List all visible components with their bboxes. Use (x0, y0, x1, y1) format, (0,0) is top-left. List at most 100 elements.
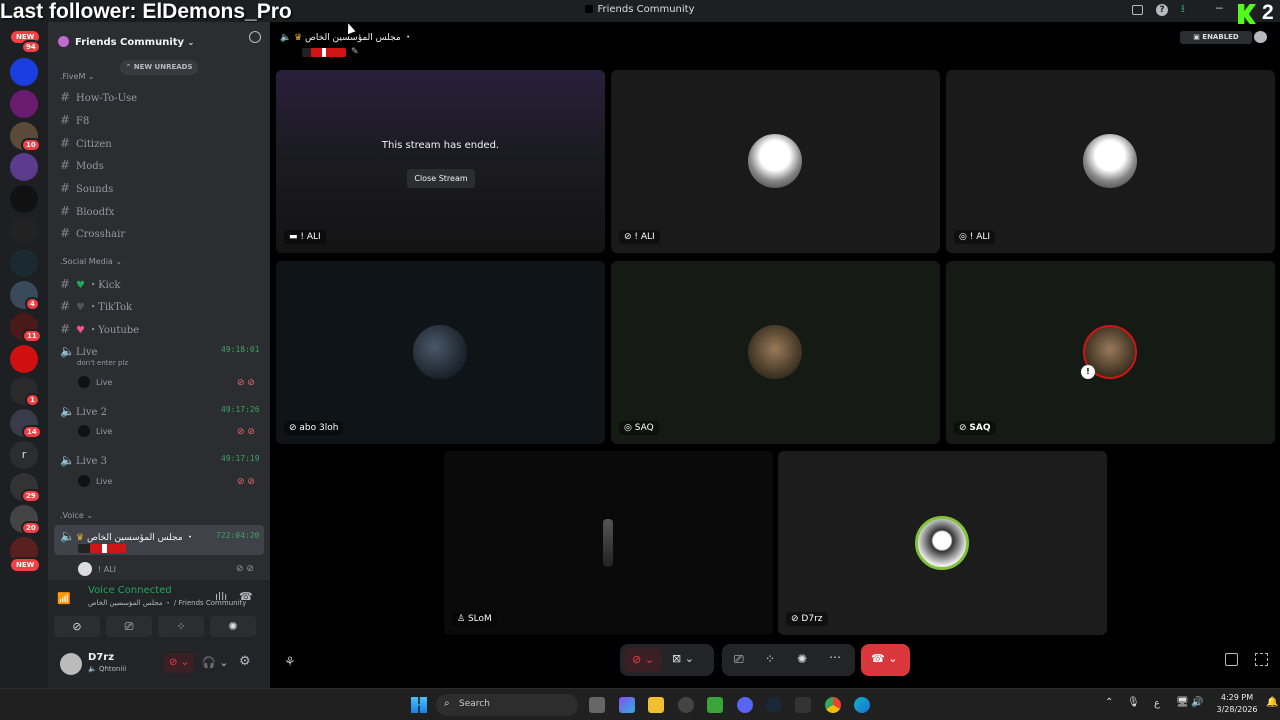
inbox-icon[interactable] (1132, 5, 1143, 15)
voice-channel-live-3[interactable]: 🔈Live 3 (60, 453, 107, 467)
chat-bubble-icon[interactable] (1254, 31, 1267, 43)
mute-button[interactable]: ⊘ ⌄ (164, 653, 194, 673)
discord-icon[interactable] (737, 697, 753, 713)
category-fivem[interactable]: .FiveM ⌄ (60, 72, 95, 81)
mute-button[interactable]: ⊘ ⌄ (624, 648, 662, 672)
server-icon[interactable]: r (10, 441, 38, 469)
channel-youtube[interactable]: # ♥ ・Youtube (60, 321, 139, 336)
soundboard-button[interactable]: ✺ (210, 616, 256, 637)
channel-citizen[interactable]: # Citizen (60, 136, 112, 150)
more-options-button[interactable]: ⋯ (829, 650, 841, 664)
help-icon[interactable]: ? (1156, 4, 1168, 16)
server-icon[interactable] (10, 153, 38, 181)
app-icon[interactable] (795, 697, 811, 713)
invite-people-icon[interactable] (249, 31, 261, 43)
signal-icon: 📶 (57, 592, 71, 605)
notification-bell-icon[interactable]: 🔔 (1266, 697, 1278, 708)
participant-tile[interactable]: ◎ ! ALI (946, 70, 1275, 253)
avatar (78, 475, 90, 487)
activity-launcher-icon[interactable]: ⚘ (284, 655, 296, 670)
speaker-icon: 🔈 (60, 529, 75, 543)
channel-crosshair[interactable]: # Crosshair (60, 226, 125, 240)
noise-suppression-icon[interactable]: ıllı (215, 590, 227, 603)
share-screen-button[interactable]: ⎚ (734, 652, 744, 667)
server-icon[interactable] (10, 217, 38, 245)
voice-channel-live[interactable]: 🔈Live (60, 344, 97, 358)
edge-icon[interactable] (854, 697, 870, 713)
activities-button[interactable]: ⁘ (765, 652, 775, 666)
activities-button[interactable]: ⁘ (158, 616, 204, 637)
voice-member[interactable]: Live (78, 376, 112, 388)
participant-tile[interactable]: ⊘ ! ALI (611, 70, 940, 253)
search-box[interactable]: ⌕ Search (436, 694, 578, 716)
tile-label: ⊘ D7rz (786, 612, 828, 626)
camera-off-button[interactable]: ⊠ ⌄ (672, 652, 694, 665)
channel-sounds[interactable]: # Sounds (60, 181, 113, 195)
channel-label: مجلس المؤسسين الخاص ・ (86, 533, 195, 543)
participant-tile[interactable]: ◎ SAQ (611, 261, 940, 444)
voice-member[interactable]: Live (78, 475, 112, 487)
channel-label: Crosshair (76, 229, 126, 240)
download-icon[interactable]: ⭳ (1181, 3, 1185, 15)
server-icon[interactable] (10, 90, 38, 118)
voice-channel-live-2[interactable]: 🔈Live 2 (60, 404, 107, 418)
channel-bloodfx[interactable]: # Bloodfx (60, 204, 114, 218)
participant-tile-speaking[interactable]: ⊘ D7rz (778, 451, 1107, 635)
participant-tile[interactable]: ♙ SLoM (444, 451, 773, 635)
user-avatar[interactable] (60, 653, 82, 675)
settings-gear-icon[interactable]: ⚙ (239, 654, 251, 669)
windows-start-icon[interactable] (411, 697, 427, 713)
volume-icon[interactable]: 🔊 (1191, 697, 1203, 708)
channel-how-to-use[interactable]: # How-To-Use (60, 90, 137, 104)
app-icon[interactable] (619, 697, 635, 713)
crown-icon: ♛ (294, 33, 306, 43)
channel-mods[interactable]: # Mods (60, 158, 104, 172)
chrome-icon[interactable] (825, 697, 841, 713)
camera-off-button[interactable]: ⊘ (54, 616, 100, 637)
category-social-media[interactable]: .Social Media ⌄ (60, 257, 122, 266)
clock-time[interactable]: 4:29 PM (1214, 693, 1260, 702)
new-unreads-button[interactable]: ⌃ NEW UNREADS (120, 60, 198, 75)
category-voice[interactable]: .Voice ⌄ (60, 511, 93, 520)
server-icon[interactable] (10, 185, 38, 213)
microphone-icon[interactable]: 🎙 (1127, 697, 1140, 708)
soundboard-button[interactable]: ✺ (797, 652, 807, 666)
share-screen-button[interactable]: ⎚ (106, 616, 152, 637)
server-header[interactable]: Friends Community ⌄ (58, 30, 258, 48)
disconnect-icon[interactable]: ☎ (239, 590, 253, 603)
participant-tile[interactable]: ⊘ abo 3loh (276, 261, 605, 444)
file-explorer-icon[interactable] (648, 697, 664, 713)
task-view-icon[interactable] (589, 697, 605, 713)
terminal-icon[interactable] (707, 697, 723, 713)
close-stream-button[interactable]: Close Stream (407, 169, 475, 188)
username[interactable]: D7rz (88, 652, 114, 663)
server-icon[interactable] (10, 249, 38, 277)
new-badge[interactable]: NEW (9, 557, 42, 573)
headphones-icon[interactable]: 🎧 ⌄ (202, 656, 228, 669)
language-indicator[interactable]: ع (1154, 698, 1160, 709)
voice-status[interactable]: Voice Connected (88, 585, 172, 596)
server-icon[interactable] (10, 345, 38, 373)
server-icon[interactable] (10, 58, 38, 86)
voice-member[interactable]: Live (78, 425, 112, 437)
crown-icon: ♛ (76, 533, 87, 543)
network-icon[interactable]: 🖥 (1176, 697, 1189, 708)
channel-kick[interactable]: # ♥ ・Kick (60, 276, 121, 291)
new-unreads-label: NEW UNREADS (133, 63, 193, 71)
participant-tile[interactable]: ! ⊘ SAQ (946, 261, 1275, 444)
clock-date[interactable]: 3/28/2026 (1212, 705, 1262, 714)
stream-tile-ended[interactable]: This stream has ended. Close Stream ▬ ! … (276, 70, 605, 253)
app-icon[interactable] (678, 697, 694, 713)
popout-icon[interactable] (1225, 653, 1238, 666)
discord-icon (585, 5, 594, 13)
minimize-icon[interactable]: ─ (1216, 3, 1223, 15)
channel-f8[interactable]: # F8 (60, 113, 89, 127)
edit-pencil-icon[interactable]: ✎ (351, 47, 359, 57)
disconnect-button[interactable]: ☎ ⌄ (861, 644, 910, 676)
steam-icon[interactable] (766, 697, 782, 713)
tile-label: ♙ SLoM (452, 612, 497, 626)
fullscreen-icon[interactable] (1255, 653, 1268, 666)
voice-member[interactable]: ! ALI (78, 562, 116, 576)
channel-tiktok[interactable]: # ♥ ・TikTok (60, 298, 132, 313)
chevron-up-icon[interactable]: ⌃ (1105, 697, 1113, 708)
